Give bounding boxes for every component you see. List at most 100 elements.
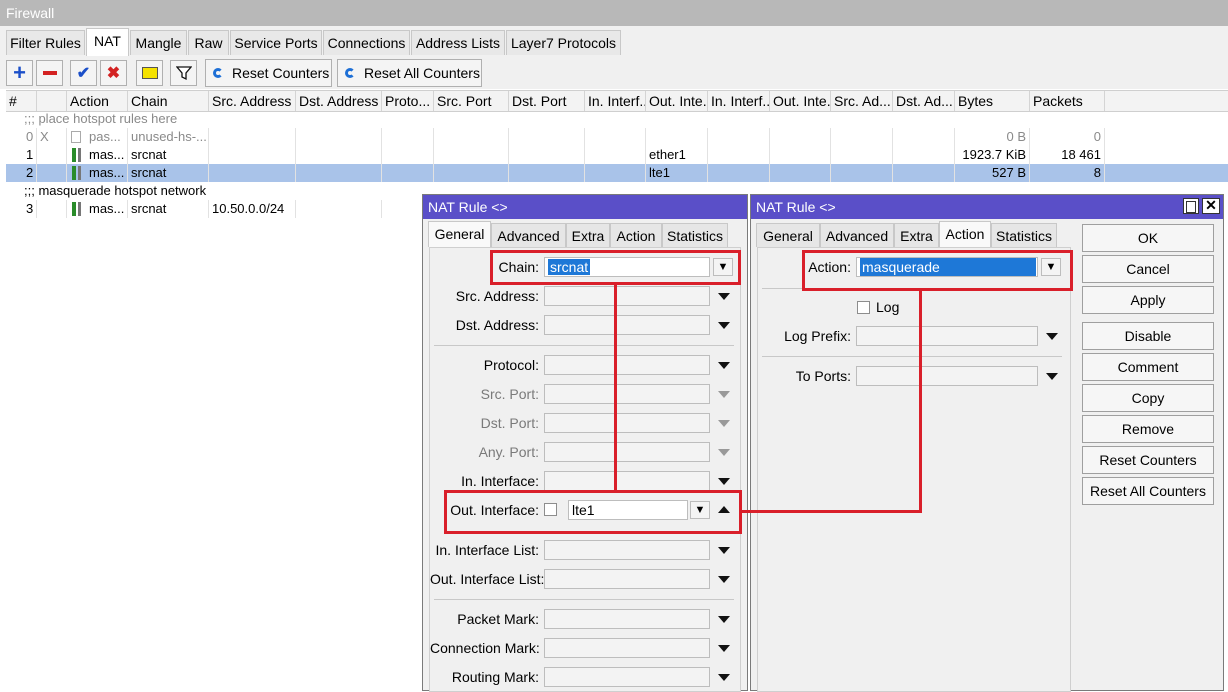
- tab-advanced[interactable]: Advanced: [820, 223, 894, 247]
- table-row-selected[interactable]: 2 mas... srcnat lte1 527 B 8: [6, 164, 1228, 182]
- src-address-field[interactable]: [544, 286, 710, 306]
- out-interface-list-label: Out. Interface List:: [430, 571, 545, 587]
- any-port-label: Any. Port:: [478, 444, 539, 460]
- tab-general[interactable]: General: [428, 221, 491, 247]
- tab-raw[interactable]: Raw: [188, 30, 229, 55]
- reset-all-counters-button[interactable]: Reset All Counters: [1082, 477, 1214, 505]
- col-flag[interactable]: [37, 91, 67, 111]
- log-checkbox[interactable]: [857, 301, 870, 314]
- annotation-chain-box: [490, 250, 741, 285]
- tab-layer7-protocols[interactable]: Layer7 Protocols: [506, 30, 621, 55]
- col-packets[interactable]: Packets: [1030, 91, 1105, 111]
- note-icon: [141, 67, 158, 79]
- maximize-icon[interactable]: [1183, 198, 1199, 214]
- tab-service-ports[interactable]: Service Ports: [230, 30, 322, 55]
- to-ports-label: To Ports:: [795, 368, 851, 384]
- comment-button[interactable]: [136, 60, 163, 86]
- tab-address-lists[interactable]: Address Lists: [411, 30, 505, 55]
- col-protocol[interactable]: Proto...: [382, 91, 434, 111]
- chevron-down-icon[interactable]: [1046, 373, 1058, 380]
- col-action[interactable]: Action: [67, 91, 128, 111]
- col-src-address[interactable]: Src. Address: [209, 91, 296, 111]
- disable-button[interactable]: ✖: [100, 60, 127, 86]
- annotation-connector: [614, 285, 617, 490]
- tab-nat[interactable]: NAT: [86, 28, 129, 56]
- check-icon: ✔: [76, 65, 91, 82]
- tab-connections[interactable]: Connections: [323, 30, 410, 55]
- apply-button[interactable]: Apply: [1082, 286, 1214, 314]
- disable-button[interactable]: Disable: [1082, 322, 1214, 350]
- packet-mark-field[interactable]: [544, 609, 710, 629]
- window-title: Firewall: [0, 0, 1228, 26]
- chevron-down-icon[interactable]: [718, 576, 730, 583]
- reset-counters-button[interactable]: Reset Counters: [1082, 446, 1214, 474]
- packet-mark-label: Packet Mark:: [457, 611, 539, 627]
- divider: [434, 599, 734, 600]
- tab-action[interactable]: Action: [939, 221, 991, 247]
- table-row[interactable]: 1 mas... srcnat ether1 1923.7 KiB 18 461: [6, 146, 1228, 164]
- connection-mark-field[interactable]: [544, 638, 710, 658]
- masquerade-icon: [72, 148, 76, 162]
- col-out-interface[interactable]: Out. Inte...: [646, 91, 708, 111]
- tab-extra[interactable]: Extra: [566, 223, 610, 247]
- to-ports-field[interactable]: [856, 366, 1038, 386]
- tab-mangle[interactable]: Mangle: [130, 30, 187, 55]
- col-dst-address[interactable]: Dst. Address: [296, 91, 382, 111]
- log-prefix-field[interactable]: [856, 326, 1038, 346]
- remove-button[interactable]: Remove: [1082, 415, 1214, 443]
- add-button[interactable]: +: [6, 60, 33, 86]
- col-src-address-list[interactable]: Src. Ad...: [831, 91, 893, 111]
- chevron-down-icon[interactable]: [1046, 333, 1058, 340]
- copy-button[interactable]: Copy: [1082, 384, 1214, 412]
- col-dst-address-list[interactable]: Dst. Ad...: [893, 91, 955, 111]
- out-interface-list-field[interactable]: [544, 569, 710, 589]
- protocol-field[interactable]: [544, 355, 710, 375]
- chevron-down-icon[interactable]: [718, 547, 730, 554]
- ok-button[interactable]: OK: [1082, 224, 1214, 252]
- tab-extra[interactable]: Extra: [894, 223, 939, 247]
- col-chain[interactable]: Chain: [128, 91, 209, 111]
- tab-filter-rules[interactable]: Filter Rules: [6, 30, 85, 55]
- reset-counters-button[interactable]: Reset Counters: [205, 59, 332, 87]
- tab-action[interactable]: Action: [610, 223, 662, 247]
- comment-button[interactable]: Comment: [1082, 353, 1214, 381]
- tab-general[interactable]: General: [756, 223, 820, 247]
- chevron-down-icon[interactable]: [718, 478, 730, 485]
- tab-statistics[interactable]: Statistics: [662, 223, 728, 247]
- chevron-down-icon[interactable]: [718, 616, 730, 623]
- close-icon[interactable]: ✕: [1202, 198, 1220, 214]
- col-dst-port[interactable]: Dst. Port: [509, 91, 585, 111]
- chevron-down-icon[interactable]: [718, 362, 730, 369]
- routing-mark-field[interactable]: [544, 667, 710, 687]
- divider: [434, 345, 734, 346]
- dialog-body: [757, 247, 1071, 692]
- dst-address-field[interactable]: [544, 315, 710, 335]
- chevron-down-icon[interactable]: [718, 645, 730, 652]
- reset-all-counters-button[interactable]: Reset All Counters: [337, 59, 482, 87]
- cancel-button[interactable]: Cancel: [1082, 255, 1214, 283]
- passthrough-icon: [71, 131, 81, 143]
- filter-button[interactable]: [170, 60, 197, 86]
- chevron-down-icon[interactable]: [718, 674, 730, 681]
- in-interface-list-field[interactable]: [544, 540, 710, 560]
- remove-button[interactable]: [36, 60, 63, 86]
- col-out-interface-list[interactable]: Out. Inte...: [770, 91, 831, 111]
- col-in-interface-list[interactable]: In. Interf...: [708, 91, 770, 111]
- in-interface-field[interactable]: [544, 471, 710, 491]
- table-row[interactable]: 0 X pas... unused-hs-... 0 B 0: [6, 128, 1228, 146]
- col-bytes[interactable]: Bytes: [955, 91, 1030, 111]
- src-port-field: [544, 384, 710, 404]
- col-num[interactable]: #: [6, 91, 37, 111]
- tab-advanced[interactable]: Advanced: [491, 223, 566, 247]
- plus-icon: +: [13, 60, 26, 85]
- enable-button[interactable]: ✔: [70, 60, 97, 86]
- in-interface-label: In. Interface:: [461, 473, 539, 489]
- masquerade-icon: [72, 166, 76, 180]
- divider: [762, 356, 1062, 357]
- col-in-interface[interactable]: In. Interf...: [585, 91, 646, 111]
- dialog-title: NAT Rule <>: [423, 195, 747, 219]
- col-src-port[interactable]: Src. Port: [434, 91, 509, 111]
- chevron-down-icon[interactable]: [718, 293, 730, 300]
- tab-statistics[interactable]: Statistics: [991, 223, 1057, 247]
- chevron-down-icon[interactable]: [718, 322, 730, 329]
